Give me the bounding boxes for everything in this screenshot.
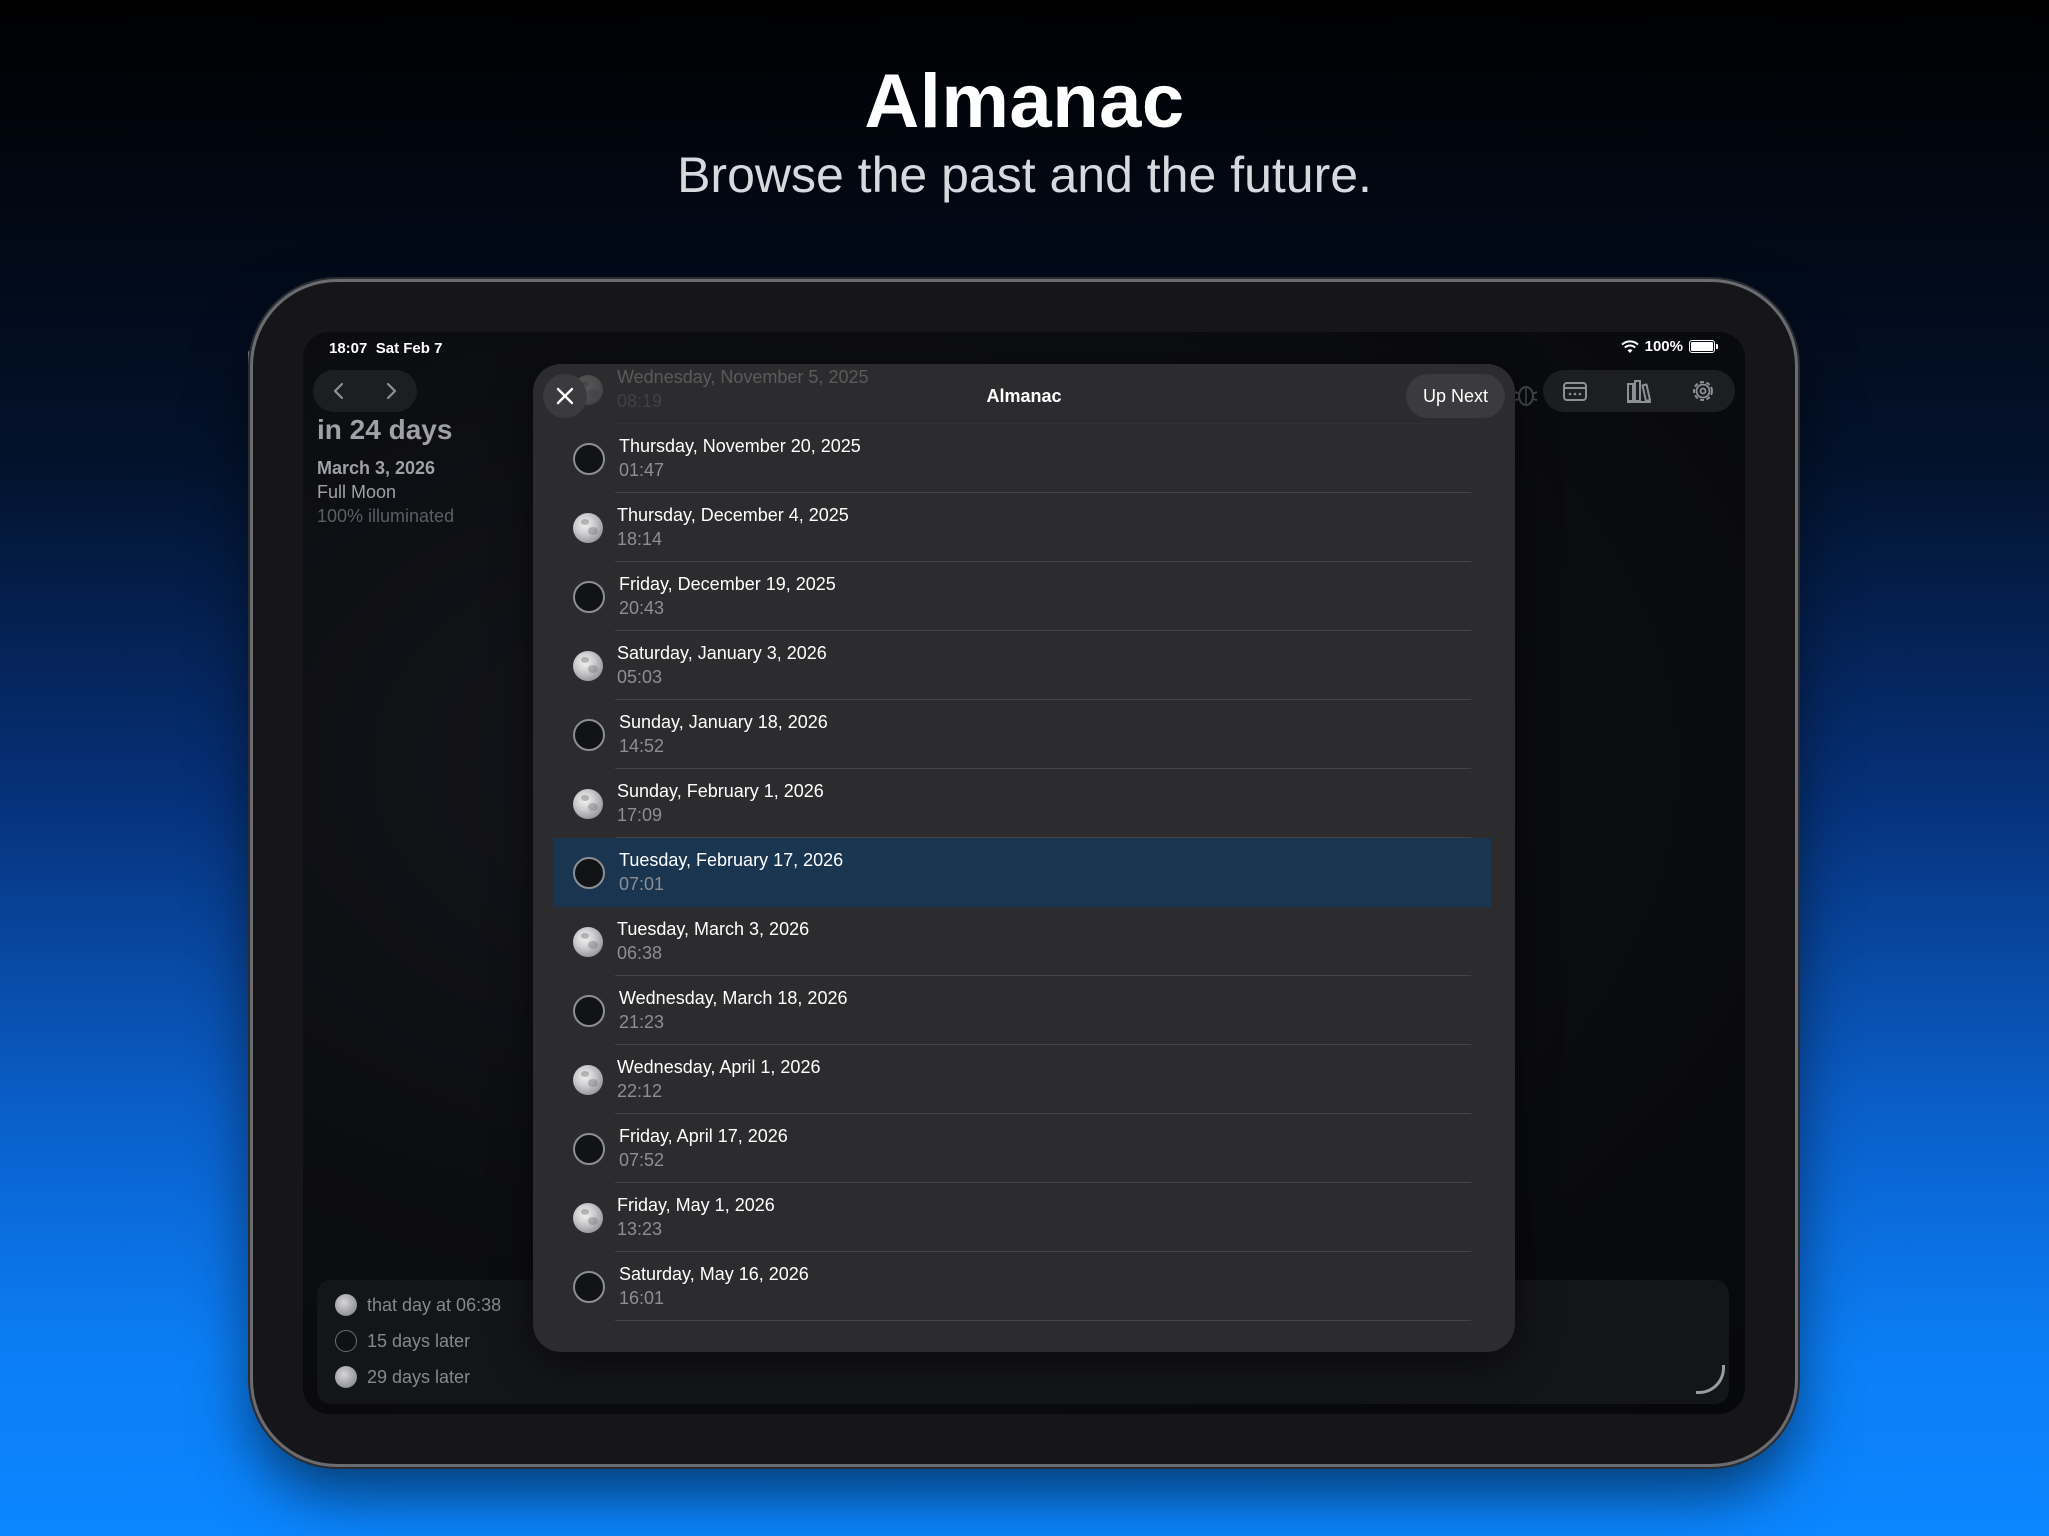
chevron-left-icon[interactable] (329, 381, 349, 401)
list-item-selected[interactable]: Tuesday, February 17, 2026 07:01 (553, 838, 1491, 907)
list-item[interactable]: Sunday, February 1, 2026 17:09 (553, 769, 1491, 838)
promo-subtitle: Browse the past and the future. (677, 147, 1372, 203)
full-moon-icon (573, 926, 603, 957)
list-item[interactable]: Sunday, January 18, 2026 14:52 (553, 700, 1491, 769)
footer-item: 15 days later (335, 1330, 470, 1352)
nav-arrows (313, 370, 417, 412)
event-phase: Full Moon (317, 482, 397, 502)
close-button[interactable] (543, 374, 587, 418)
almanac-sheet: Almanac Up Next Wednesday, November 5, 2… (533, 364, 1515, 1352)
new-moon-icon (573, 994, 605, 1027)
new-moon-icon (573, 442, 605, 475)
status-bar-clock: 18:07 Sat Feb 7 (329, 340, 443, 357)
full-moon-icon (573, 788, 603, 819)
moon-event-summary: in 24 days March 3, 2026 Full Moon 100% … (317, 414, 454, 527)
event-date: March 3, 2026 (317, 458, 436, 478)
full-moon-icon (573, 1064, 603, 1095)
full-moon-icon (573, 650, 603, 681)
footer-item: 29 days later (335, 1366, 470, 1388)
list-item[interactable]: Friday, December 19, 2025 20:43 (553, 562, 1491, 631)
new-moon-icon (573, 1270, 605, 1303)
full-moon-icon (335, 1366, 357, 1388)
list-item[interactable]: Friday, May 1, 2026 13:23 (553, 1183, 1491, 1252)
bug-icon[interactable] (1512, 380, 1540, 408)
battery-icon (1689, 340, 1718, 353)
close-icon (556, 387, 574, 405)
battery-percent: 100% (1644, 338, 1683, 355)
full-moon-icon (335, 1294, 357, 1316)
full-moon-icon (573, 1202, 603, 1233)
new-moon-icon (573, 1132, 605, 1165)
countdown-label: in 24 days (317, 414, 453, 445)
list-item[interactable]: Friday, April 17, 2026 07:52 (553, 1114, 1491, 1183)
new-moon-icon (573, 580, 605, 613)
list-item[interactable]: Thursday, December 4, 2025 18:14 (553, 493, 1491, 562)
full-moon-icon (573, 512, 603, 543)
new-moon-icon (335, 1330, 357, 1352)
chevron-right-icon[interactable] (381, 381, 401, 401)
list-item[interactable]: Thursday, November 20, 2025 01:47 (553, 424, 1491, 493)
list-item[interactable]: Wednesday, April 1, 2026 22:12 (553, 1045, 1491, 1114)
new-moon-icon (573, 856, 605, 889)
gear-icon[interactable] (1689, 377, 1717, 405)
footer-item: that day at 06:38 (335, 1294, 501, 1316)
ipad-screen: 18:07 Sat Feb 7 100% in 24 days March 3,… (303, 332, 1745, 1414)
status-bar-right: 100% (1620, 338, 1718, 355)
event-illumination: 100% illuminated (317, 506, 455, 526)
up-next-button[interactable]: Up Next (1405, 374, 1505, 418)
list-item[interactable]: Saturday, May 16, 2026 16:01 (553, 1252, 1491, 1321)
ipad-frame: 18:07 Sat Feb 7 100% in 24 days March 3,… (253, 282, 1795, 1464)
calendar-icon[interactable] (1561, 377, 1589, 405)
list-item[interactable]: Saturday, January 3, 2026 05:03 (553, 631, 1491, 700)
books-icon[interactable] (1625, 377, 1653, 405)
promo-title: Almanac (864, 59, 1185, 144)
list-item[interactable]: Wednesday, November 5, 2025 08:19 (553, 364, 1491, 424)
wifi-icon (1620, 339, 1639, 353)
list-item[interactable]: Wednesday, March 18, 2026 21:23 (553, 976, 1491, 1045)
list-item[interactable]: Tuesday, March 3, 2026 06:38 (553, 907, 1491, 976)
new-moon-icon (573, 718, 605, 751)
toolbar (1543, 370, 1735, 412)
